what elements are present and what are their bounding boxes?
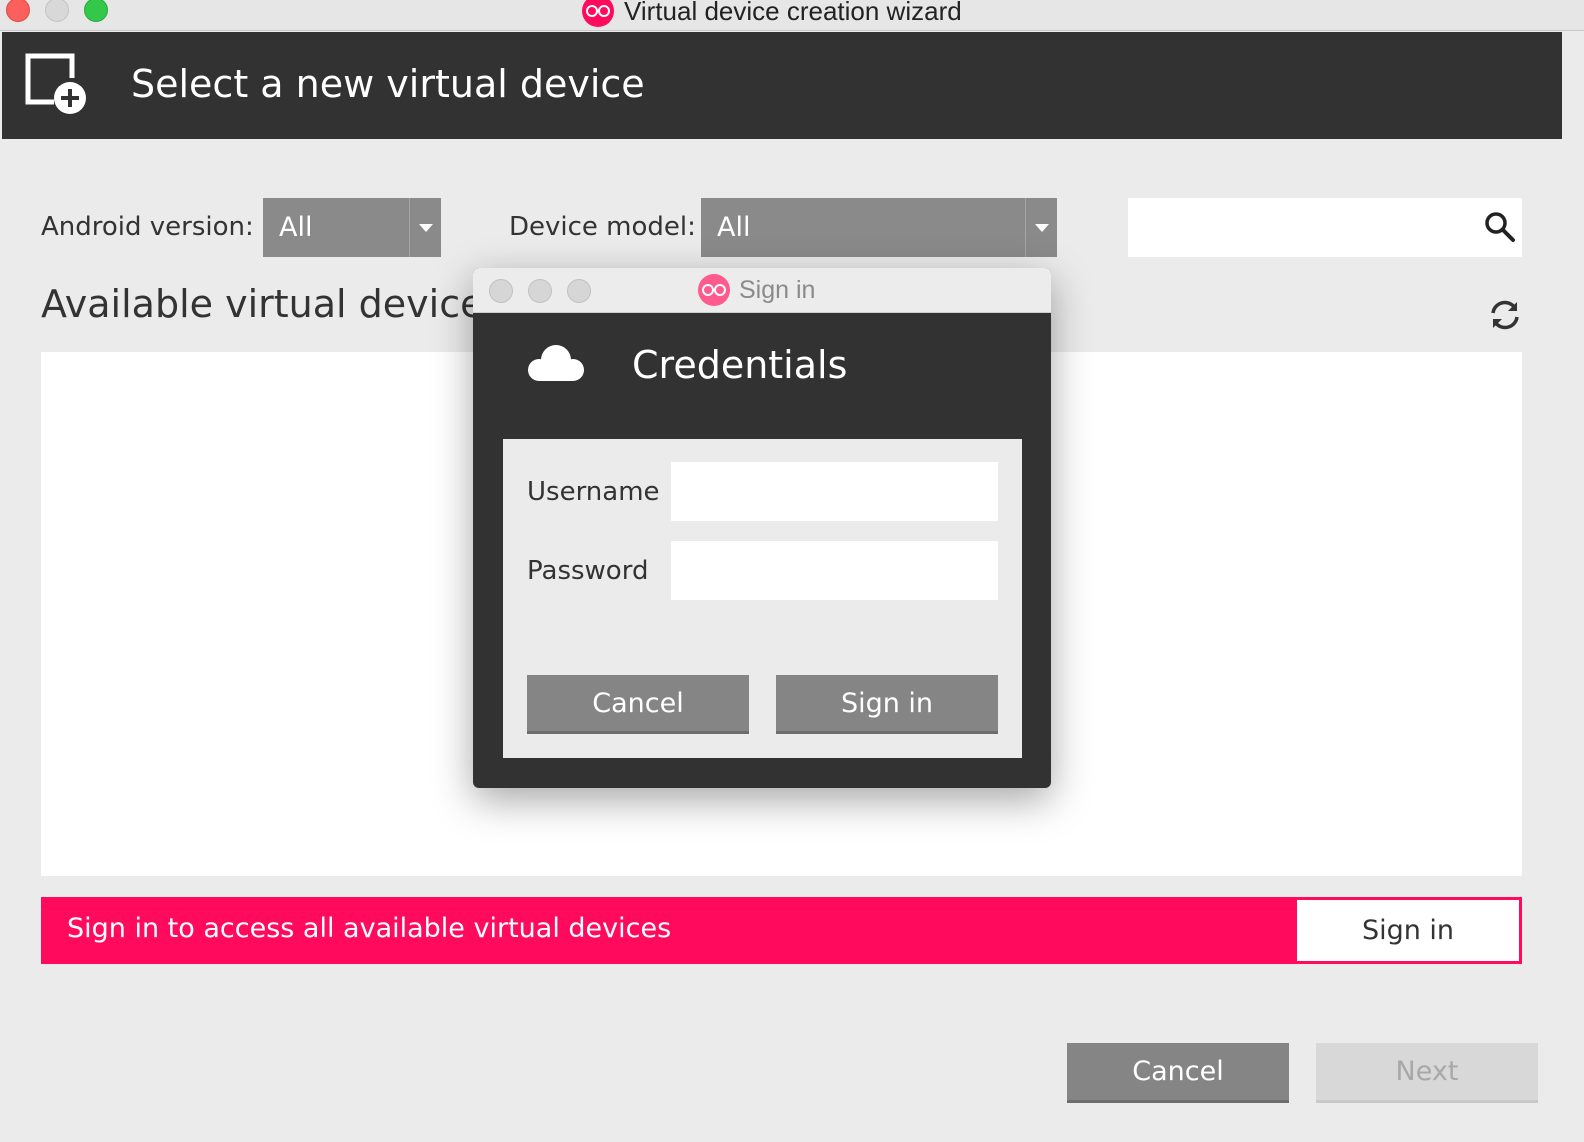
dialog-minimize-button[interactable] <box>528 279 552 303</box>
dialog-close-button[interactable] <box>489 279 513 303</box>
android-version-label: Android version: <box>41 212 254 242</box>
android-version-value: All <box>279 212 313 243</box>
dialog-window-title: Sign in <box>739 275 816 304</box>
minimize-window-button[interactable] <box>45 0 69 22</box>
genymotion-logo-icon <box>698 274 730 306</box>
password-label: Password <box>527 556 649 586</box>
chevron-down-icon[interactable] <box>1025 198 1057 257</box>
cancel-button[interactable]: Cancel <box>1067 1043 1289 1103</box>
signin-banner: Sign in to access all available virtual … <box>41 897 1522 964</box>
chevron-down-icon[interactable] <box>409 198 441 257</box>
add-device-icon <box>24 52 90 118</box>
signin-dialog: Sign in Credentials Username Password Ca… <box>473 268 1051 788</box>
dialog-signin-button[interactable]: Sign in <box>776 675 998 734</box>
username-label: Username <box>527 477 660 507</box>
android-version-select[interactable]: All <box>263 198 441 257</box>
search-input[interactable] <box>1128 198 1468 257</box>
genymotion-logo-icon <box>582 0 614 27</box>
dialog-titlebar: Sign in <box>473 268 1051 313</box>
credentials-form: Username Password Cancel Sign in <box>503 439 1022 758</box>
dialog-zoom-button[interactable] <box>567 279 591 303</box>
close-window-button[interactable] <box>6 0 30 22</box>
cloud-icon <box>525 342 587 386</box>
search-box <box>1128 198 1522 257</box>
window-title-group: Virtual device creation wizard <box>582 0 962 28</box>
dialog-heading: Credentials <box>632 343 848 387</box>
zoom-window-button[interactable] <box>84 0 108 22</box>
available-devices-title: Available virtual devices <box>41 282 504 326</box>
dialog-title-group: Sign in <box>698 274 815 306</box>
window-titlebar: Virtual device creation wizard <box>0 0 1584 31</box>
device-model-select[interactable]: All <box>701 198 1057 257</box>
search-icon[interactable] <box>1484 211 1516 243</box>
page-title: Select a new virtual device <box>131 62 645 106</box>
device-model-value: All <box>717 212 751 243</box>
banner-text: Sign in to access all available virtual … <box>67 913 672 944</box>
window-title: Virtual device creation wizard <box>624 0 962 26</box>
username-field[interactable] <box>671 462 998 521</box>
next-button[interactable]: Next <box>1316 1043 1538 1103</box>
refresh-icon[interactable] <box>1488 298 1522 332</box>
password-field[interactable] <box>671 541 998 600</box>
banner-signin-button[interactable]: Sign in <box>1297 900 1519 961</box>
wizard-header: Select a new virtual device <box>2 32 1562 139</box>
device-model-label: Device model: <box>509 212 696 242</box>
dialog-cancel-button[interactable]: Cancel <box>527 675 749 734</box>
